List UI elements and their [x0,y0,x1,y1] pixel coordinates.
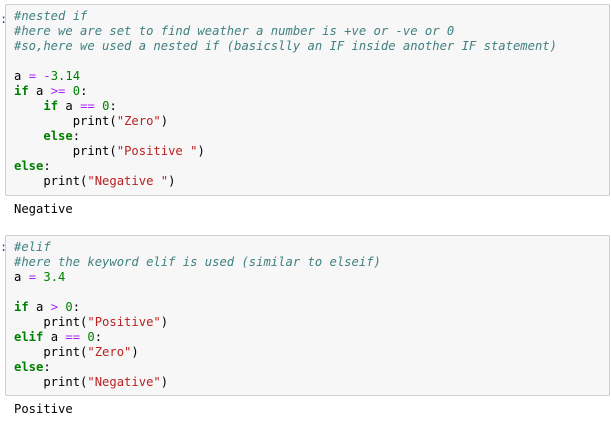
code-line: print("Positive") [14,315,609,330]
code-token-plain: a [28,300,51,314]
code-token-plain: print( [14,114,117,128]
code-line: if a >= 0: [14,84,609,99]
code-token-str: "Negative " [87,174,169,188]
code-line: elif a == 0: [14,330,609,345]
cell-output: Negative [14,202,73,216]
code-token-plain: : [109,99,117,113]
code-input-area[interactable]: #nested if #here we are set to find weath… [5,4,610,196]
code-token-plain: ) [160,315,169,329]
code-token-plain: : [80,84,88,98]
code-token-plain: print( [14,144,117,158]
code-line: #nested if [14,9,609,24]
code-token-plain: a [14,69,29,83]
code-token-plain: a [58,99,81,113]
code-token-plain: print( [14,174,88,188]
code-token-plain: : [43,159,51,173]
code-token-kw: if [43,99,59,113]
code-token-num: 3.4 [43,270,66,284]
code-token-op: > [50,300,59,314]
code-token-cmt: #nested if [14,9,88,23]
code-token-num: 0 [87,330,95,344]
code-token-num: 3.14 [50,69,81,83]
code-token-op: == [80,99,95,113]
code-token-plain: ) [160,114,169,128]
code-line: #so,here we used a nested if (basicslly … [14,39,609,54]
code-line: else: [14,129,609,144]
code-token-plain: print( [14,345,88,359]
code-line: else: [14,360,609,375]
code-token-plain: print( [14,315,88,329]
code-line: #here we are set to find weather a numbe… [14,24,609,39]
code-token-cmt: #here the keyword elif is used (similar … [14,255,381,269]
code-line: print("Negative ") [14,174,609,189]
code-line: if a == 0: [14,99,609,114]
code-line: #here the keyword elif is used (similar … [14,255,609,270]
code-token-op: = [28,270,37,284]
code-token-plain: a [43,330,66,344]
code-line: print("Zero") [14,114,609,129]
code-token-str: "Zero" [116,114,161,128]
code-token-str: "Zero" [87,345,132,359]
input-prompt: : [0,12,8,26]
code-token-num: 0 [65,300,73,314]
code-token-plain: ) [197,144,205,158]
code-token-plain: ) [131,345,139,359]
code-token-op: == [65,330,81,344]
code-token-str: "Positive " [116,144,198,158]
code-token-op: = [28,69,37,83]
code-input-area[interactable]: #elif #here the keyword elif is used (sim… [5,235,610,396]
code-token-plain: a [14,270,29,284]
code-token-cmt: #here we are set to find weather a numbe… [14,24,455,38]
code-line: a = -3.14 [14,69,609,84]
code-token-op: - [43,69,51,83]
code-token-kw: if [14,300,29,314]
code-token-plain: a [28,84,51,98]
cell-output: Positive [14,402,73,416]
code-token-op: >= [50,84,66,98]
code-token-plain: : [72,300,81,314]
code-token-str: "Positive" [87,315,161,329]
code-token-plain: ) [160,375,169,389]
code-token-kw: else [43,129,73,143]
code-line: #elif [14,240,609,255]
code-token-plain: : [94,330,103,344]
code-line: if a > 0: [14,300,609,315]
code-token-cmt: #so,here we used a nested if (basicslly … [14,39,557,53]
code-token-kw: if [14,84,29,98]
input-prompt: : [0,240,8,254]
code-token-plain: : [43,360,51,374]
code-token-kw: elif [14,330,44,344]
code-line: print("Zero") [14,345,609,360]
code-token-cmt: #elif [14,240,51,254]
code-line: a = 3.4 [14,270,609,285]
code-line: else: [14,159,609,174]
code-token-plain: print( [14,375,88,389]
code-token-plain: : [72,129,81,143]
code-token-kw: else [14,360,44,374]
code-line: print("Positive ") [14,144,609,159]
code-token-plain: ) [168,174,176,188]
code-token-str: "Negative" [87,375,161,389]
code-token-num: 0 [72,84,81,98]
code-line: print("Negative") [14,375,609,390]
code-token-kw: else [14,159,44,173]
